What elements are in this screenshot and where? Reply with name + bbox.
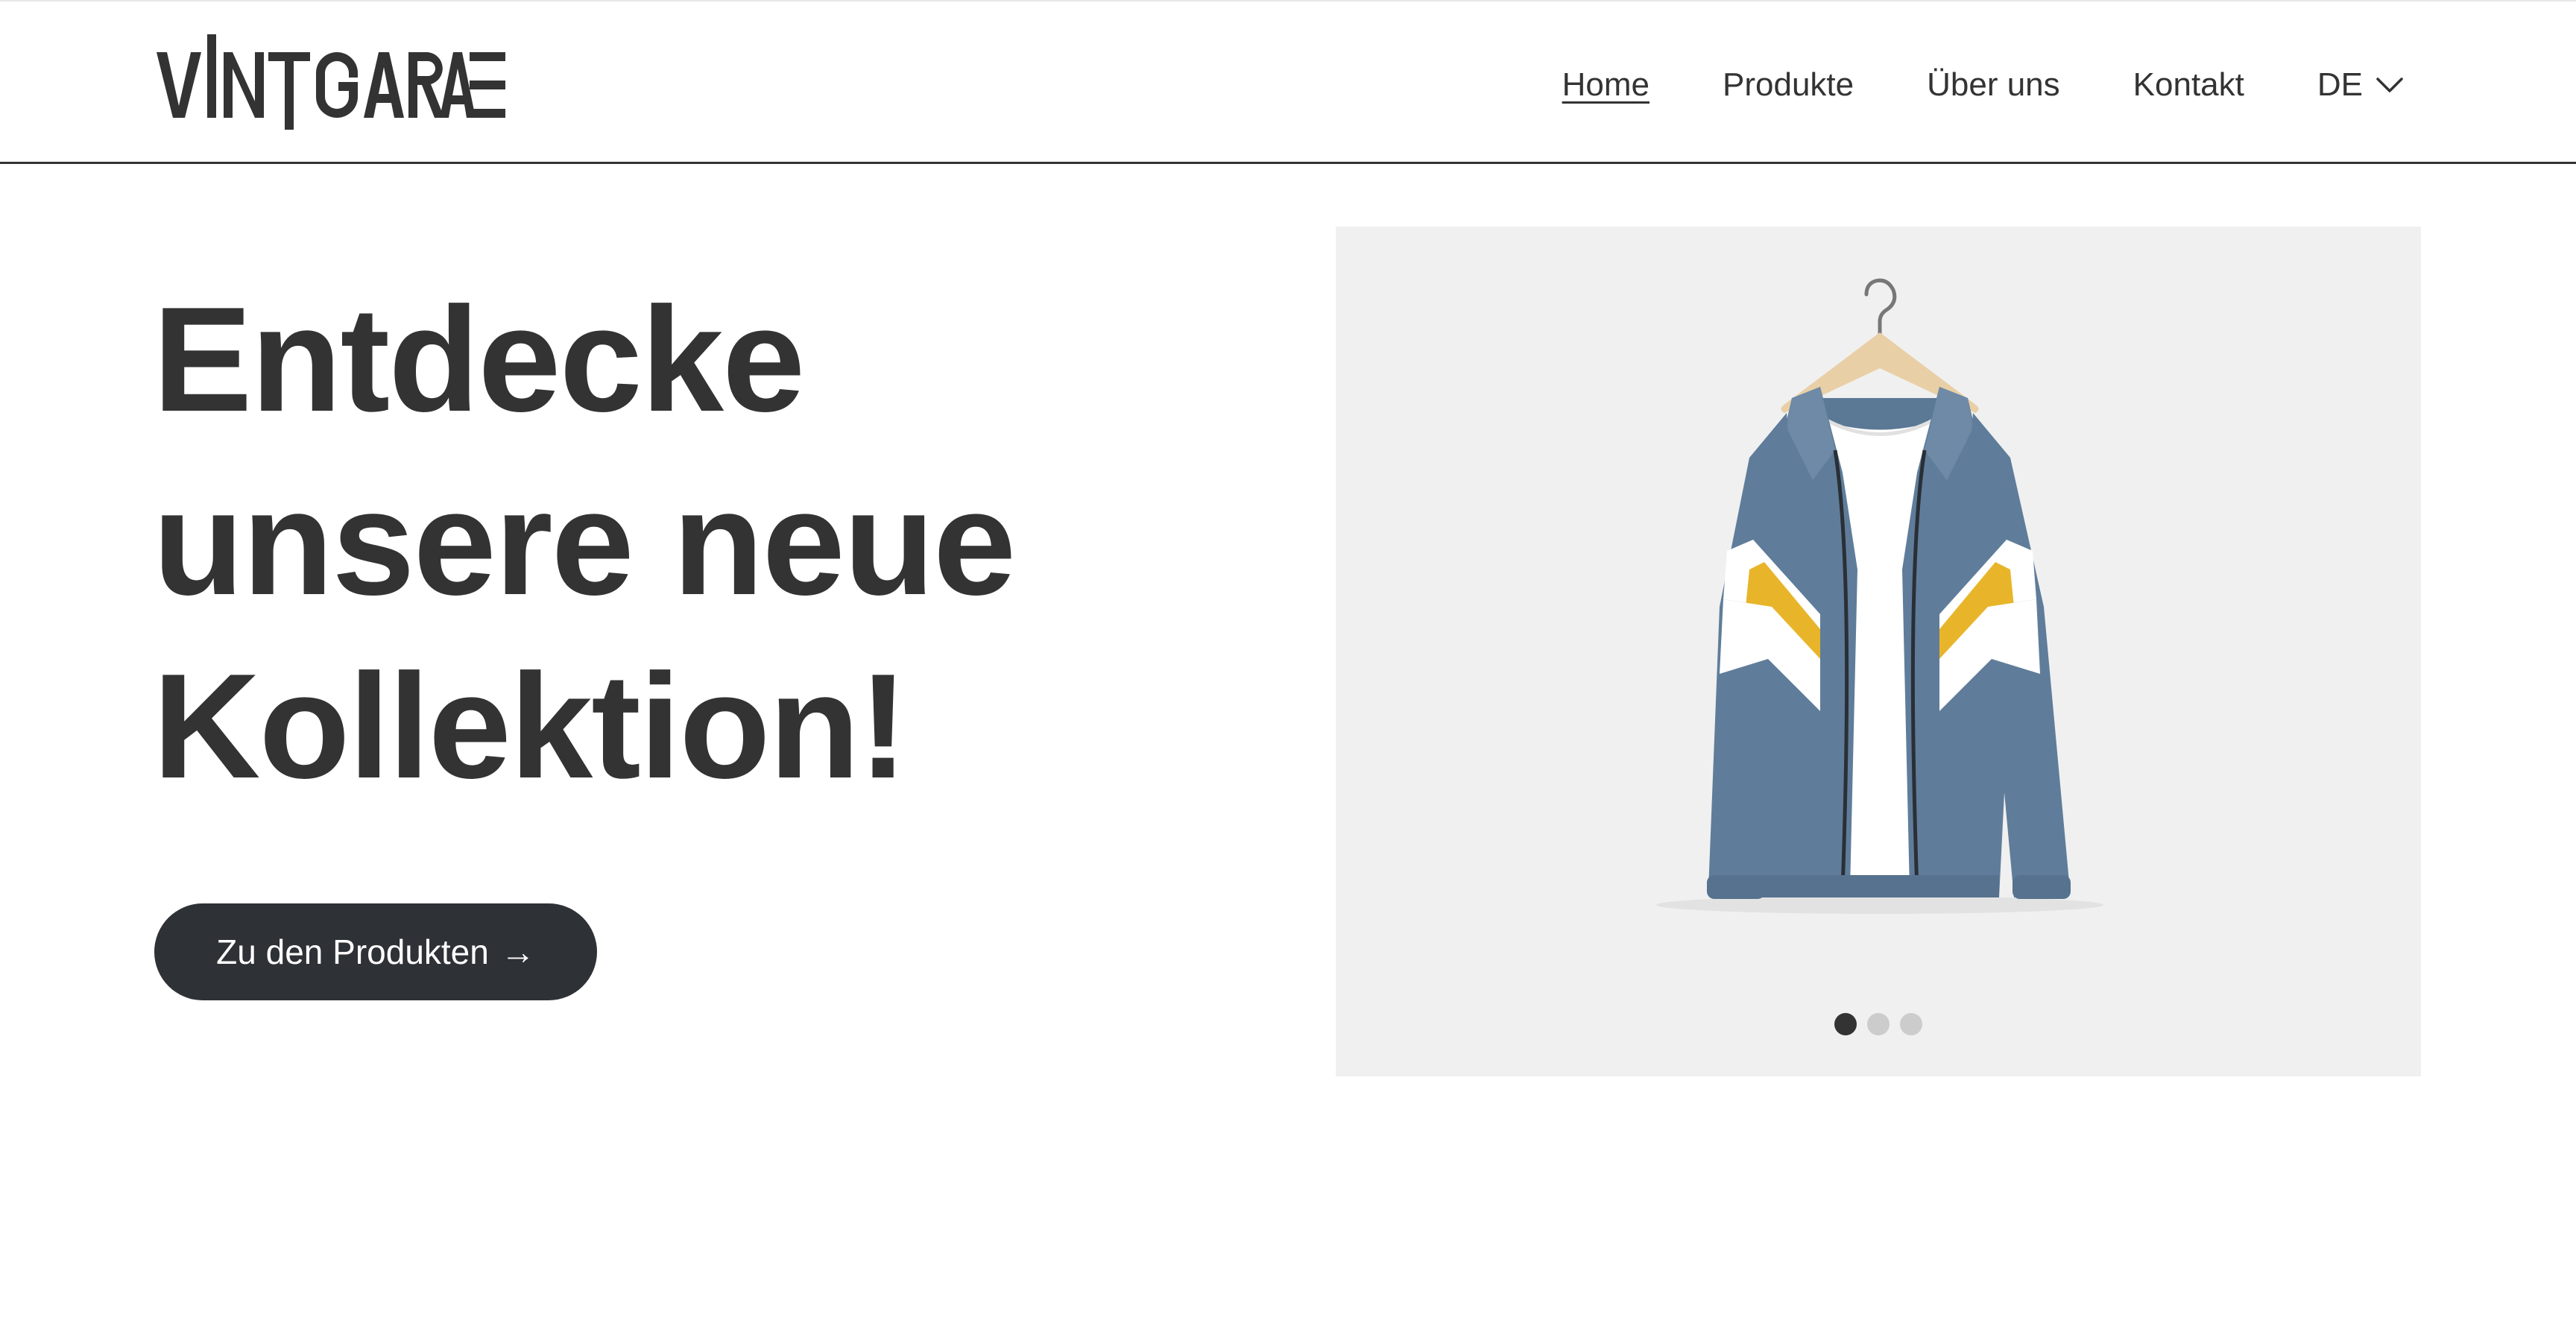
hero-title-line: Entdecke [153,277,805,443]
main-nav: Home Produkte Über uns Kontakt DE [1562,61,2405,109]
jacket-on-hanger-icon [1656,278,2103,914]
jacket-image [1597,256,2163,927]
hero-title-line: Kollektion! [153,643,908,810]
language-label: DE [2317,66,2363,103]
carousel-dot[interactable] [1834,1013,1857,1035]
chevron-down-icon [2376,78,2403,92]
vintgarage-logo[interactable] [157,28,507,133]
arrow-right-icon: → [500,933,535,971]
carousel-dot[interactable] [1900,1013,1922,1035]
carousel-dots [1336,1013,2421,1035]
carousel-dot[interactable] [1867,1013,1890,1035]
language-selector[interactable]: DE [2317,61,2405,109]
hero-title-line: unsere neue [153,460,1016,626]
site-header: Home Produkte Über uns Kontakt DE [0,0,2576,164]
nav-produkte[interactable]: Produkte [1723,61,1854,109]
nav-ueber-uns[interactable]: Über uns [1927,61,2060,109]
cta-label: Zu den Produkten [216,933,489,971]
nav-kontakt[interactable]: Kontakt [2133,61,2244,109]
page: Home Produkte Über uns Kontakt DE Entdec… [0,0,2576,1338]
product-carousel[interactable] [1336,227,2421,1076]
hero-title: Entdecke unsere neue Kollektion! [153,268,1271,818]
to-products-button[interactable]: Zu den Produkten → [154,903,597,1000]
nav-home[interactable]: Home [1562,61,1650,109]
vintgarage-wordmark-icon [157,34,505,130]
